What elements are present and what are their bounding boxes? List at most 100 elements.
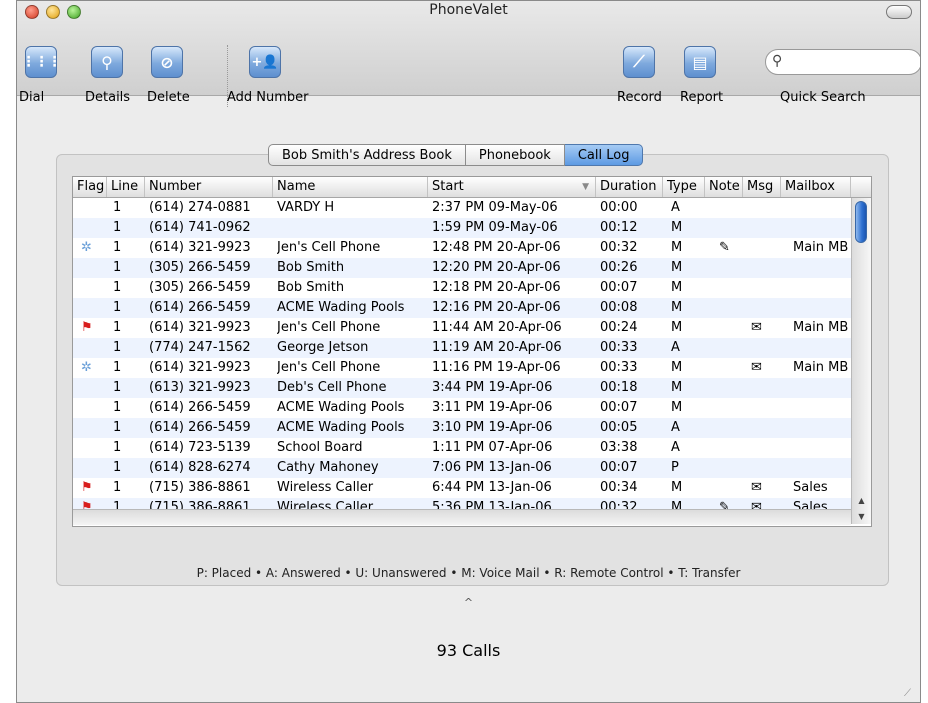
tab-phonebook[interactable]: Phonebook: [465, 144, 565, 166]
details-button[interactable]: ⚲: [91, 46, 123, 78]
number-cell: (715) 386-8861: [149, 480, 251, 495]
mailbox-cell: Main MB: [793, 240, 849, 255]
mailbox-cell: [785, 338, 859, 358]
column-header-type[interactable]: Type: [663, 177, 705, 197]
voice-message-icon[interactable]: ✉: [751, 320, 762, 335]
table-row[interactable]: 1 (614) 723-5139 School Board 1:11 PM 07-Ap…: [73, 438, 851, 458]
delete-button[interactable]: ⊘: [151, 46, 183, 78]
table-row[interactable]: ✲ 1 (614) 321-9923 Jen's Cell Phone 12:48 PM…: [73, 238, 851, 258]
msg-cell: [751, 458, 781, 478]
red-flag-icon[interactable]: ⚑: [81, 320, 93, 335]
type-cell: A: [671, 440, 680, 455]
number-cell: (305) 266-5459: [149, 280, 251, 295]
table-row[interactable]: 1 (614) 266-5459 ACME Wading Pools 12:16 PM…: [73, 298, 851, 318]
table-row[interactable]: 1 (614) 828-6274 Cathy Mahoney 7:06 PM 13-J…: [73, 458, 851, 478]
column-header-name[interactable]: Name: [273, 177, 428, 197]
name-cell: Jen's Cell Phone: [277, 360, 381, 375]
column-header-start[interactable]: Start ▼: [428, 177, 596, 197]
toolbar-toggle-button[interactable]: [886, 5, 912, 19]
vertical-scrollbar[interactable]: ▲ ▼: [851, 198, 871, 524]
flag-cell: [81, 198, 107, 218]
column-header-line[interactable]: Line: [107, 177, 145, 197]
table-row[interactable]: ✲ 1 (614) 321-9923 Jen's Cell Phone 11:16 PM…: [73, 358, 851, 378]
gear-flag-icon[interactable]: ✲: [81, 240, 92, 255]
tab-address-book[interactable]: Bob Smith's Address Book: [268, 144, 466, 166]
column-header-msg[interactable]: Msg: [743, 177, 781, 197]
title-bar: PhoneValet ⋮⋮⋮ Dial ⚲ Details ⊘ Delete +…: [17, 1, 920, 107]
duration-cell: 00:33: [600, 360, 638, 375]
table-row[interactable]: ⚑ 1 (715) 386-8861 Wireless Caller 6:44 PM 1…: [73, 478, 851, 498]
number-cell: (774) 247-1562: [149, 340, 251, 355]
flag-cell: ✲: [81, 358, 107, 378]
table-row[interactable]: 1 (774) 247-1562 George Jetson 11:19 AM 20-…: [73, 338, 851, 358]
note-cell: [709, 458, 743, 478]
disclosure-icon[interactable]: ^: [17, 596, 920, 609]
magnifier-icon: ⚲: [101, 52, 113, 72]
start-cell: 11:44 AM 20-Apr-06: [432, 320, 562, 335]
mailbox-cell: [785, 458, 859, 478]
mailbox-cell: [785, 258, 859, 278]
flag-cell: [81, 338, 107, 358]
name-cell: ACME Wading Pools: [277, 420, 405, 435]
delete-icon: ⊘: [160, 52, 174, 72]
name-cell: Bob Smith: [277, 280, 345, 295]
start-cell: 12:18 PM 20-Apr-06: [432, 280, 561, 295]
duration-cell: 00:05: [600, 420, 638, 435]
gear-flag-icon[interactable]: ✲: [81, 360, 92, 375]
note-cell: [709, 418, 743, 438]
column-header-mailbox[interactable]: Mailbox: [781, 177, 851, 197]
number-cell: (305) 266-5459: [149, 260, 251, 275]
start-cell: 11:16 PM 19-Apr-06: [432, 360, 561, 375]
number-cell: (614) 266-5459: [149, 300, 251, 315]
mailbox-cell: [785, 278, 859, 298]
scroll-up-arrow-icon[interactable]: ▲: [852, 494, 871, 508]
msg-cell: [751, 378, 781, 398]
table-row[interactable]: 1 (305) 266-5459 Bob Smith 12:18 PM 20-Apr-…: [73, 278, 851, 298]
table-header: Flag Line Number Name Start ▼ Duration T…: [73, 177, 871, 198]
name-cell: Bob Smith: [277, 260, 345, 275]
add-number-button[interactable]: +👤: [249, 46, 281, 78]
tab-call-log[interactable]: Call Log: [564, 144, 644, 166]
pencil-note-icon[interactable]: ✎: [709, 240, 730, 255]
duration-cell: 00:08: [600, 300, 638, 315]
column-header-flag[interactable]: Flag: [73, 177, 107, 197]
add-person-icon: +👤: [251, 54, 279, 70]
column-header-note[interactable]: Note: [705, 177, 743, 197]
number-cell: (613) 321-9923: [149, 380, 251, 395]
table-row[interactable]: ⚑ 1 (614) 321-9923 Jen's Cell Phone 11:44 AM…: [73, 318, 851, 338]
table-row[interactable]: 1 (305) 266-5459 Bob Smith 12:20 PM 20-Apr-…: [73, 258, 851, 278]
table-row[interactable]: 1 (614) 274-0881 VARDY H 2:37 PM 09-May-06 0…: [73, 198, 851, 218]
dial-button[interactable]: ⋮⋮⋮: [22, 46, 62, 78]
column-header-duration[interactable]: Duration: [596, 177, 663, 197]
report-button[interactable]: ▤: [684, 46, 716, 78]
start-cell: 12:48 PM 20-Apr-06: [432, 240, 561, 255]
note-cell: [709, 398, 743, 418]
table-row[interactable]: 1 (614) 266-5459 ACME Wading Pools 3:10 PM …: [73, 418, 851, 438]
voice-message-icon[interactable]: ✉: [751, 480, 762, 495]
microphone-icon: ⟋: [633, 52, 645, 71]
resize-grip-icon[interactable]: ⟋: [904, 688, 916, 700]
horizontal-scrollbar[interactable]: [73, 509, 851, 525]
mailbox-cell: [785, 438, 859, 458]
table-row[interactable]: 1 (614) 741-0962 1:59 PM 09-May-06 00:12 M: [73, 218, 851, 238]
table-row[interactable]: 1 (613) 321-9923 Deb's Cell Phone 3:44 PM 1…: [73, 378, 851, 398]
type-cell: M: [671, 260, 683, 275]
keypad-icon: ⋮⋮⋮: [21, 54, 62, 70]
scroll-thumb[interactable]: [855, 201, 867, 243]
duration-cell: 00:26: [600, 260, 638, 275]
record-button[interactable]: ⟋: [623, 46, 655, 78]
voice-message-icon[interactable]: ✉: [751, 360, 762, 375]
table-row[interactable]: 1 (614) 266-5459 ACME Wading Pools 3:11 PM …: [73, 398, 851, 418]
msg-cell: [751, 218, 781, 238]
note-cell: [709, 198, 743, 218]
column-header-number[interactable]: Number: [145, 177, 273, 197]
red-flag-icon[interactable]: ⚑: [81, 480, 93, 495]
flag-cell: [81, 398, 107, 418]
line-cell: 1: [113, 240, 122, 255]
type-cell: A: [671, 420, 680, 435]
scroll-down-arrow-icon[interactable]: ▼: [852, 510, 871, 524]
quick-search-input[interactable]: ⚲: [765, 49, 920, 75]
note-cell: [709, 378, 743, 398]
duration-cell: 03:38: [600, 440, 638, 455]
msg-cell: [751, 418, 781, 438]
